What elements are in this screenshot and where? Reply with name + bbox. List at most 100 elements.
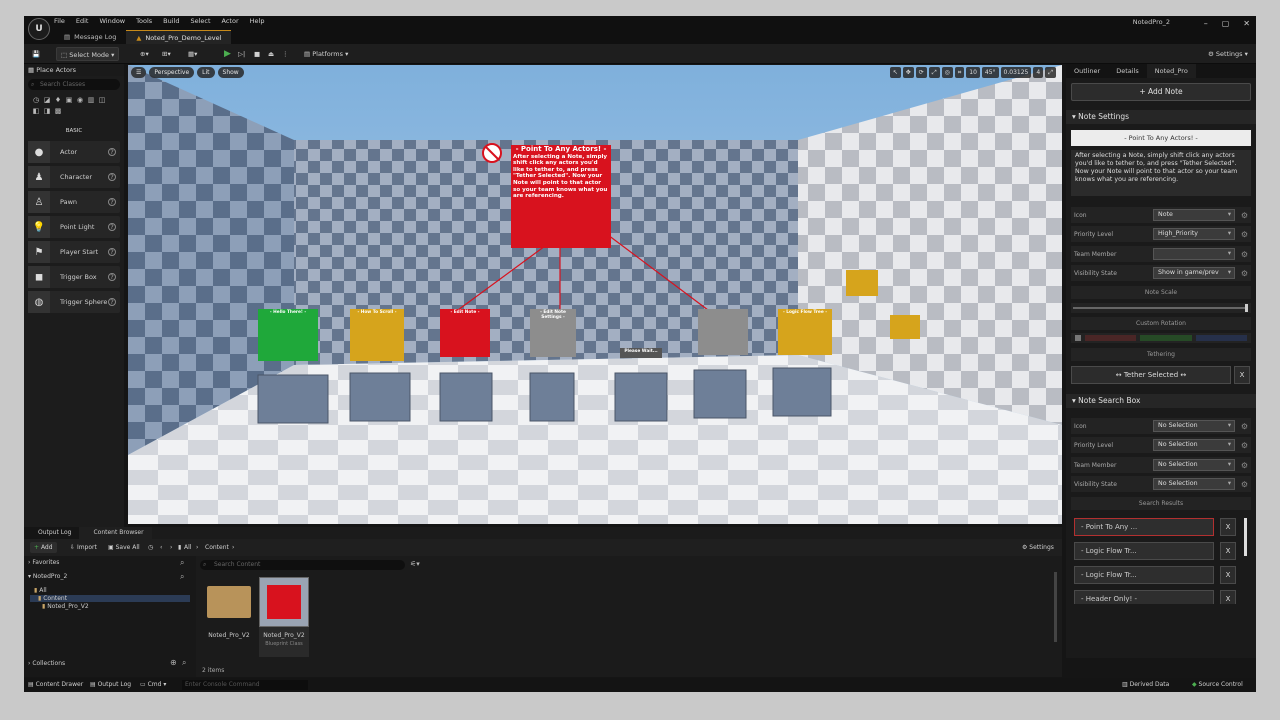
result-item[interactable]: - Point To Any ... xyxy=(1074,518,1214,536)
filter-icon[interactable]: ⚟▾ xyxy=(410,560,420,568)
collections-section[interactable]: › Collections xyxy=(28,660,65,667)
cinematic-icon[interactable]: ◉ xyxy=(76,96,84,104)
asset-blueprint[interactable]: Noted_Pro_V2 Blueprint Class xyxy=(259,577,309,657)
menu-build[interactable]: Build xyxy=(163,17,179,25)
note-please-wait[interactable]: Please Wait... xyxy=(620,348,662,358)
settings-dropdown[interactable]: ⚙ Settings ▾ xyxy=(1204,47,1252,61)
rotation-x-field[interactable] xyxy=(1085,335,1137,341)
help-icon[interactable]: ? xyxy=(108,173,116,181)
recent-icon[interactable]: ◷ xyxy=(32,96,40,104)
rotate-icon[interactable]: ⟳ xyxy=(915,67,927,78)
note-small-yellow-a[interactable] xyxy=(846,270,878,296)
actor-item-player-start[interactable]: ⚑ Player Start? xyxy=(28,241,120,263)
note-scale-slider[interactable] xyxy=(1071,303,1251,313)
add-button[interactable]: + Add xyxy=(30,542,57,553)
project-section[interactable]: ▾ NotedPro_2 xyxy=(28,573,67,580)
remove-result-button[interactable]: X xyxy=(1220,590,1236,604)
note-body-field[interactable]: After selecting a Note, simply shift cli… xyxy=(1071,150,1251,196)
gear-icon[interactable]: ⚙ xyxy=(1241,461,1248,470)
visual-icon[interactable]: ◫ xyxy=(98,96,106,104)
gear-icon[interactable]: ⚙ xyxy=(1241,211,1248,220)
geometry-icon[interactable]: ◨ xyxy=(43,107,51,115)
maximize-viewport-icon[interactable]: ⤢ xyxy=(1045,67,1056,78)
search-icon[interactable]: ⌕ xyxy=(180,572,184,582)
scale-icon[interactable]: ⤢ xyxy=(928,67,940,78)
content-search-input[interactable]: ⌕ Search Content xyxy=(200,560,405,570)
tether-selected-button[interactable]: ↔ Tether Selected ↔ xyxy=(1071,366,1231,384)
blueprint-icon[interactable]: ⊞▾ xyxy=(158,47,175,61)
gear-icon[interactable]: ⚙ xyxy=(1241,250,1248,259)
menu-help[interactable]: Help xyxy=(250,17,265,25)
rotation-y-field[interactable] xyxy=(1140,335,1192,341)
add-collection-icon[interactable]: ⊕ xyxy=(170,658,177,667)
close-button[interactable]: ✕ xyxy=(1243,19,1250,28)
step-icon[interactable]: ▷| xyxy=(234,47,249,61)
select-mode-dropdown[interactable]: ⬚ Select Mode ▾ xyxy=(56,47,120,61)
menu-actor[interactable]: Actor xyxy=(222,17,239,25)
stop-icon[interactable]: ■ xyxy=(250,47,264,61)
unreal-logo-icon[interactable]: U xyxy=(28,18,50,40)
actor-item-character[interactable]: ♟ Character? xyxy=(28,166,120,188)
rotation-z-field[interactable] xyxy=(1195,335,1247,341)
add-note-button[interactable]: + Add Note xyxy=(1071,83,1251,101)
search-icon[interactable]: ⌕ xyxy=(180,558,184,568)
snap-icon[interactable]: ⌗ xyxy=(954,67,965,78)
note-edit-note[interactable]: - Edit Note - xyxy=(440,309,490,357)
tree-item-noted-pro[interactable]: ▮ Noted_Pro_V2 xyxy=(42,603,89,610)
rotation-lock-icon[interactable] xyxy=(1075,335,1081,341)
tab-noted-pro[interactable]: Noted_Pro xyxy=(1146,64,1196,78)
light-icon[interactable]: ♦ xyxy=(54,96,62,104)
settings-button[interactable]: ⚙ Settings xyxy=(1018,542,1058,553)
basic-icon[interactable]: ◪ xyxy=(43,96,51,104)
help-icon[interactable]: ? xyxy=(108,198,116,206)
icon-dropdown[interactable]: Note xyxy=(1153,209,1235,221)
priority-dropdown[interactable]: High_Priority xyxy=(1153,228,1235,240)
note-settings-header[interactable]: ▾ Note Settings xyxy=(1066,110,1256,124)
menu-tools[interactable]: Tools xyxy=(136,17,152,25)
actor-item-trigger-sphere[interactable]: ◍ Trigger Sphere? xyxy=(28,291,120,313)
maximize-button[interactable]: ▢ xyxy=(1222,19,1230,28)
clear-tether-button[interactable]: X xyxy=(1234,366,1250,384)
eject-icon[interactable]: ⏏ xyxy=(264,47,278,61)
content-scrollbar[interactable] xyxy=(1054,572,1057,642)
actor-item-actor[interactable]: ● Actor? xyxy=(28,141,120,163)
gear-icon[interactable]: ⚙ xyxy=(1241,480,1248,489)
derived-data-button[interactable]: ▥ Derived Data xyxy=(1122,678,1169,692)
gear-icon[interactable]: ⚙ xyxy=(1241,422,1248,431)
extra-icon[interactable]: ▩ xyxy=(54,107,62,115)
gear-icon[interactable]: ⚙ xyxy=(1241,269,1248,278)
save-icon[interactable]: 💾 xyxy=(28,47,44,61)
more-icon[interactable]: ⋮ xyxy=(278,47,293,61)
asset-folder[interactable]: Noted_Pro_V2 xyxy=(204,577,254,657)
search-visibility-dropdown[interactable]: No Selection xyxy=(1153,478,1235,490)
minimize-button[interactable]: – xyxy=(1204,19,1208,28)
search-icon[interactable]: ⌕ xyxy=(182,658,186,668)
tab-message-log[interactable]: ▤ Message Log xyxy=(54,30,126,44)
help-icon[interactable]: ? xyxy=(108,298,116,306)
remove-result-button[interactable]: X xyxy=(1220,518,1236,536)
tab-output-log[interactable]: Output Log xyxy=(24,527,80,539)
visibility-dropdown[interactable]: Show in game/prev xyxy=(1153,267,1235,279)
result-item[interactable]: - Header Only! - xyxy=(1074,590,1214,604)
select-icon[interactable]: ↖ xyxy=(889,67,901,78)
cinematics-icon[interactable]: ▦▾ xyxy=(184,47,201,61)
remove-result-button[interactable]: X xyxy=(1220,566,1236,584)
menu-edit[interactable]: Edit xyxy=(76,17,89,25)
result-item[interactable]: - Logic Flow Tr... xyxy=(1074,566,1214,584)
note-edit-settings[interactable]: - Edit Note Settings - xyxy=(530,309,576,357)
note-small-yellow-b[interactable] xyxy=(890,315,920,339)
help-icon[interactable]: ? xyxy=(108,148,116,156)
tab-details[interactable]: Details xyxy=(1108,64,1147,78)
note-title-field[interactable]: - Point To Any Actors! - xyxy=(1071,130,1251,146)
source-control-button[interactable]: ◆ Source Control xyxy=(1192,678,1243,692)
search-icon-dropdown[interactable]: No Selection xyxy=(1153,420,1235,432)
scale-value[interactable]: 0.03125 xyxy=(1000,67,1032,78)
results-scrollbar[interactable] xyxy=(1244,518,1247,556)
perspective-button[interactable]: Perspective xyxy=(149,67,195,78)
actor-item-pawn[interactable]: ♙ Pawn? xyxy=(28,191,120,213)
menu-file[interactable]: File xyxy=(54,17,65,25)
play-icon[interactable]: ▶ xyxy=(220,47,235,61)
note-how-to-scroll[interactable]: - How To Scroll - xyxy=(350,309,404,361)
tree-item-all[interactable]: ▮ All xyxy=(34,587,47,594)
show-button[interactable]: Show xyxy=(217,67,244,78)
